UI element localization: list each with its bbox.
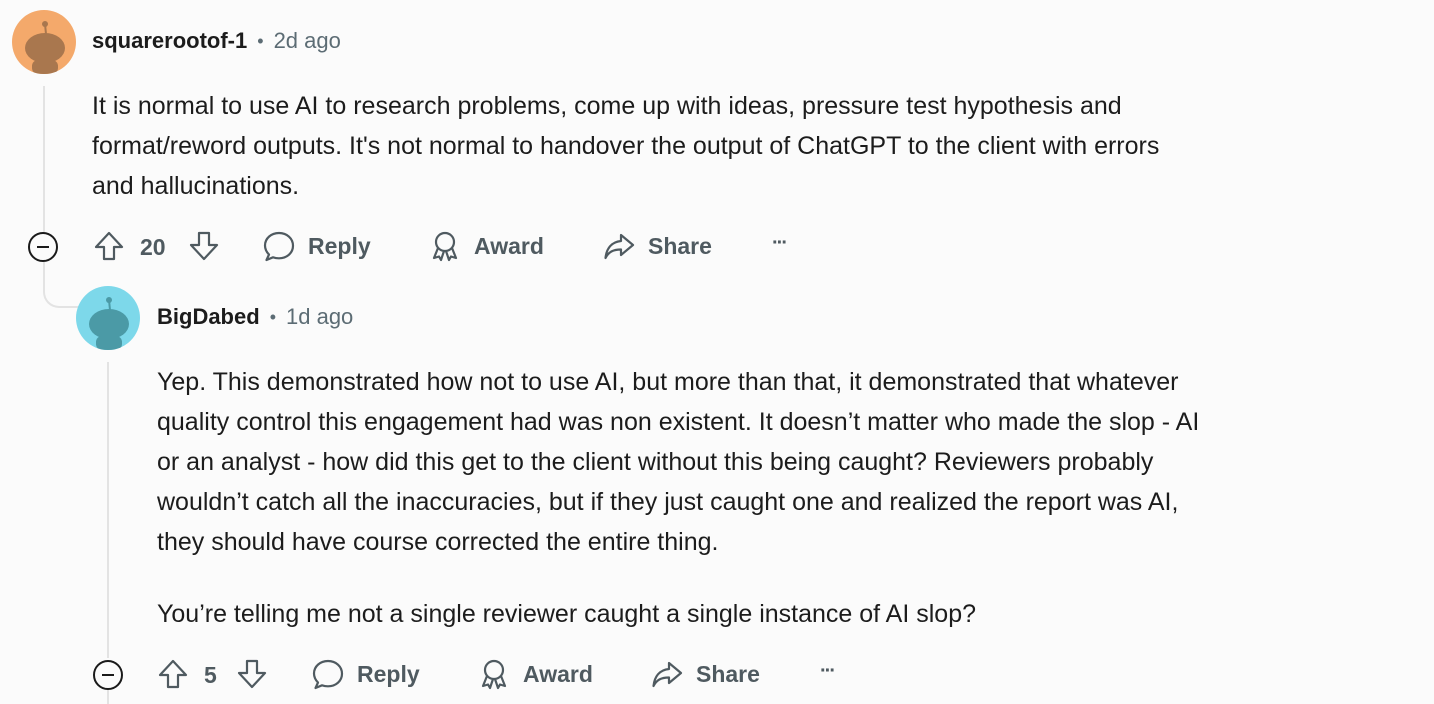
avatar[interactable] xyxy=(76,286,140,350)
award-icon xyxy=(481,659,507,690)
meta-separator: • xyxy=(257,30,264,51)
more-options-button[interactable]: ··· xyxy=(820,660,836,683)
comment-line: format/reword outputs. It's not normal t… xyxy=(92,132,1160,160)
award-button[interactable]: Award xyxy=(428,229,544,263)
award-label: Award xyxy=(474,232,544,259)
upvote-button[interactable] xyxy=(91,228,127,264)
share-icon xyxy=(604,233,635,260)
downvote-button[interactable] xyxy=(234,656,270,692)
timestamp[interactable]: 2d ago xyxy=(274,28,341,54)
share-button[interactable]: Share xyxy=(650,657,760,691)
upvote-icon xyxy=(94,231,124,261)
reply-label: Reply xyxy=(308,232,371,259)
thread-line xyxy=(43,86,45,234)
comment-line: It is normal to use AI to research probl… xyxy=(92,92,1122,120)
comment-icon xyxy=(312,659,344,690)
collapse-thread-button[interactable] xyxy=(28,232,58,262)
more-options-button[interactable]: ··· xyxy=(772,232,788,255)
comment-line: or an analyst - how did this get to the … xyxy=(157,448,1154,476)
avatar[interactable] xyxy=(12,10,76,74)
comment-line: You’re telling me not a single reviewer … xyxy=(157,600,977,628)
comment-line: and hallucinations. xyxy=(92,172,300,200)
timestamp[interactable]: 1d ago xyxy=(286,304,353,330)
share-button[interactable]: Share xyxy=(602,229,712,263)
comment-line: quality control this engagement had was … xyxy=(157,408,1200,436)
upvote-icon xyxy=(158,659,188,689)
comment-line: they should have course corrected the en… xyxy=(157,528,719,556)
downvote-icon xyxy=(189,231,219,261)
vote-count: 20 xyxy=(140,234,166,260)
share-icon xyxy=(652,661,683,688)
comment-body: It is normal to use AI to research probl… xyxy=(92,86,1412,206)
award-icon xyxy=(432,231,458,262)
meta-separator: • xyxy=(269,306,276,327)
share-label: Share xyxy=(696,660,760,687)
award-button[interactable]: Award xyxy=(477,657,593,691)
reply-button[interactable]: Reply xyxy=(262,229,371,263)
reply-button[interactable]: Reply xyxy=(311,657,420,691)
downvote-button[interactable] xyxy=(186,228,222,264)
thread-connector xyxy=(43,262,79,308)
comment-body: Yep. This demonstrated how not to use AI… xyxy=(157,362,1427,634)
thread-line xyxy=(107,362,109,658)
comment-icon xyxy=(263,231,295,262)
thread-line xyxy=(107,690,109,704)
username[interactable]: squarerootof-1 xyxy=(92,28,247,54)
share-label: Share xyxy=(648,232,712,259)
vote-count: 5 xyxy=(204,662,217,688)
upvote-button[interactable] xyxy=(155,656,191,692)
username[interactable]: BigDabed xyxy=(157,304,260,330)
downvote-icon xyxy=(237,659,267,689)
award-label: Award xyxy=(523,660,593,687)
collapse-thread-button[interactable] xyxy=(93,660,123,690)
reply-label: Reply xyxy=(357,660,420,687)
comment-line: Yep. This demonstrated how not to use AI… xyxy=(157,368,1179,396)
comment-line: wouldn’t catch all the inaccuracies, but… xyxy=(157,488,1179,516)
